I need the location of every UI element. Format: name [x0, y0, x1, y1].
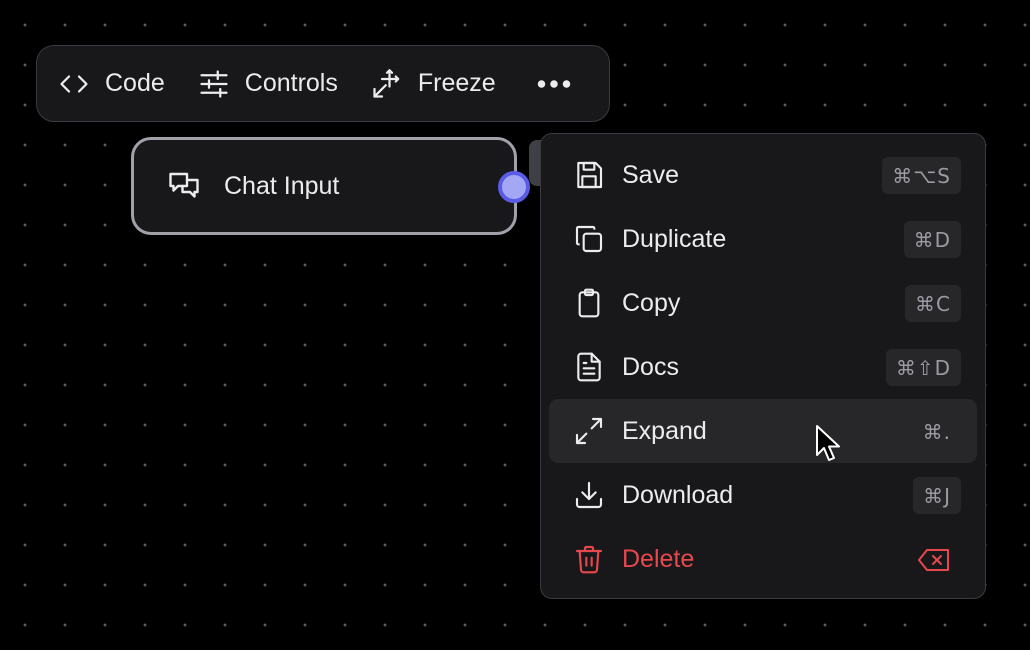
maximize-icon: [573, 415, 605, 447]
shortcut-badge: ⌘C: [905, 285, 961, 322]
menu-item-label: Expand: [622, 416, 707, 445]
shortcut-badge: ⌘D: [903, 221, 961, 258]
download-icon: [573, 479, 605, 511]
controls-button[interactable]: Controls: [199, 46, 338, 121]
menu-item-delete[interactable]: Delete: [549, 527, 977, 591]
menu-item-expand[interactable]: Expand ⌘.: [549, 399, 977, 463]
menu-item-download[interactable]: Download ⌘J: [549, 463, 977, 527]
code-button[interactable]: Code: [59, 46, 165, 121]
shortcut-badge: ⌘⇧D: [885, 349, 961, 386]
menu-item-label: Delete: [622, 544, 695, 573]
chat-messages-icon: [166, 168, 202, 204]
menu-item-label: Duplicate: [622, 224, 727, 253]
chat-input-node[interactable]: Chat Input: [131, 137, 517, 235]
more-horizontal-icon: [534, 69, 574, 99]
output-handle[interactable]: [498, 171, 530, 203]
context-menu: Save ⌘⌥S Duplicate ⌘D Copy ⌘C Docs ⌘⇧D E…: [540, 133, 986, 599]
freeze-button[interactable]: Freeze: [372, 46, 496, 121]
controls-label: Controls: [244, 69, 338, 97]
freeze-label: Freeze: [417, 69, 496, 97]
menu-item-label: Download: [622, 480, 734, 509]
menu-item-label: Docs: [622, 352, 679, 381]
shortcut-badge: ⌘.: [922, 419, 951, 444]
delete-key-icon: [907, 541, 961, 578]
more-options-button[interactable]: [534, 46, 574, 121]
menu-item-docs[interactable]: Docs ⌘⇧D: [549, 335, 977, 399]
save-icon: [573, 159, 605, 191]
node-title: Chat Input: [224, 171, 340, 200]
trash-icon: [573, 543, 605, 575]
code-label: Code: [105, 69, 165, 97]
node-toolbar: Code Controls Freeze: [36, 45, 610, 122]
shortcut-badge: ⌘⌥S: [882, 157, 961, 194]
clipboard-icon: [573, 287, 605, 319]
menu-item-copy[interactable]: Copy ⌘C: [549, 271, 977, 335]
file-text-icon: [573, 351, 605, 383]
shortcut-badge: ⌘J: [913, 477, 961, 514]
code-icon: [59, 69, 89, 99]
menu-item-save[interactable]: Save ⌘⌥S: [549, 143, 977, 207]
sliders-icon: [199, 69, 229, 99]
menu-item-label: Save: [622, 160, 679, 189]
duplicate-icon: [573, 223, 605, 255]
menu-item-duplicate[interactable]: Duplicate ⌘D: [549, 207, 977, 271]
menu-item-label: Copy: [622, 288, 681, 317]
freeze-icon: [372, 68, 402, 99]
